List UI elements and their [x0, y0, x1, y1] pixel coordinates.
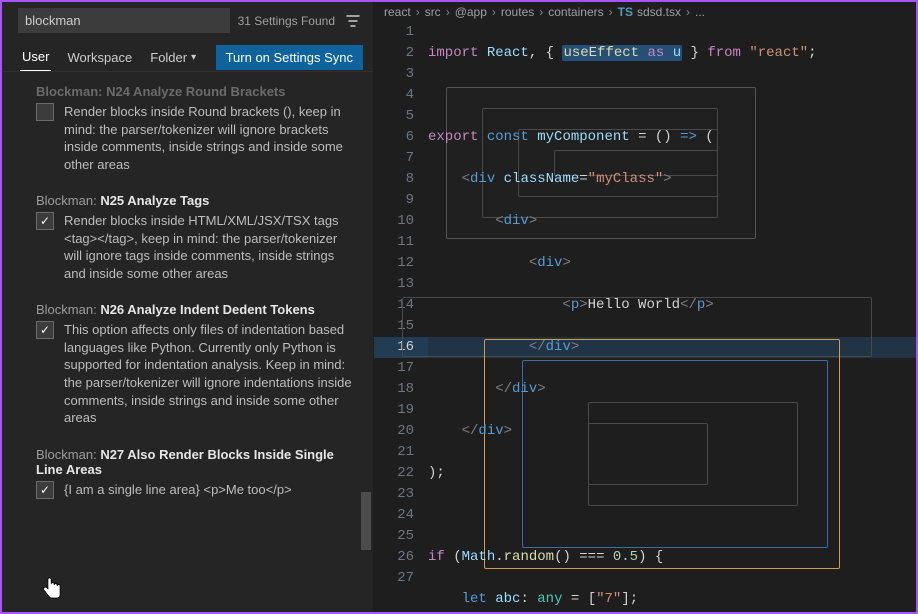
settings-search-input[interactable]: [18, 8, 230, 33]
setting-checkbox[interactable]: [36, 481, 54, 499]
setting-desc-text: {I am a single line area} <p>Me too</p>: [64, 482, 292, 497]
breadcrumb-item[interactable]: @app: [455, 5, 487, 19]
breadcrumb-item[interactable]: containers: [548, 5, 603, 19]
breadcrumb-item[interactable]: react: [384, 5, 411, 19]
settings-sync-button[interactable]: Turn on Settings Sync: [216, 45, 363, 70]
chevron-right-icon: ›: [492, 5, 496, 19]
editor-panel: react › src › @app › routes › containers › TS…: [374, 2, 916, 612]
setting-desc-text: Render blocks inside Round brackets (), …: [64, 104, 343, 172]
settings-scope-tabs: User Workspace Folder ▾ Turn on Settings…: [2, 39, 373, 72]
chevron-right-icon: ›: [609, 5, 613, 19]
breadcrumb-item[interactable]: routes: [501, 5, 534, 19]
setting-prefix: Blockman:: [36, 193, 100, 208]
settings-panel: 31 Settings Found User Workspace Folder …: [2, 2, 374, 612]
setting-checkbox[interactable]: [36, 212, 54, 230]
code-editor[interactable]: 1234567891011121314151617181920212223242…: [374, 22, 916, 612]
file-type-badge: TS: [618, 5, 633, 19]
setting-description: Render blocks inside Round brackets (), …: [36, 103, 355, 173]
setting-checkbox[interactable]: [36, 103, 54, 121]
setting-n24: Blockman: N24 Analyze Round Brackets Ren…: [2, 78, 373, 187]
setting-title: Blockman: N26 Analyze Indent Dedent Toke…: [36, 302, 355, 317]
setting-description: This option affects only files of indent…: [36, 321, 355, 426]
setting-desc-text: This option affects only files of indent…: [64, 322, 352, 425]
setting-description: Render blocks inside HTML/XML/JSX/TSX ta…: [36, 212, 355, 282]
chevron-down-icon: ▾: [191, 52, 196, 63]
setting-name: N26 Analyze Indent Dedent Tokens: [100, 302, 315, 317]
setting-n25: Blockman: N25 Analyze Tags Render blocks…: [2, 187, 373, 296]
setting-prefix: Blockman:: [36, 84, 106, 99]
breadcrumb-trail: ...: [695, 5, 705, 19]
setting-prefix: Blockman:: [36, 447, 100, 462]
filter-icon[interactable]: [343, 11, 363, 31]
setting-checkbox[interactable]: [36, 321, 54, 339]
breadcrumbs[interactable]: react › src › @app › routes › containers › TS…: [374, 2, 916, 22]
breadcrumb-item[interactable]: src: [425, 5, 441, 19]
chevron-right-icon: ›: [539, 5, 543, 19]
setting-desc-text: Render blocks inside HTML/XML/JSX/TSX ta…: [64, 213, 339, 281]
setting-name: N25 Analyze Tags: [100, 193, 209, 208]
tab-workspace[interactable]: Workspace: [65, 44, 134, 71]
settings-results-count: 31 Settings Found: [238, 14, 335, 28]
line-number-gutter: 1234567891011121314151617181920212223242…: [374, 22, 428, 612]
setting-title: Blockman: N24 Analyze Round Brackets: [36, 84, 355, 99]
setting-title: Blockman: N25 Analyze Tags: [36, 193, 355, 208]
settings-list: Blockman: N24 Analyze Round Brackets Ren…: [2, 72, 373, 612]
setting-name: N24 Analyze Round Brackets: [106, 84, 285, 99]
chevron-right-icon: ›: [416, 5, 420, 19]
setting-n27: Blockman: N27 Also Render Blocks Inside …: [2, 441, 373, 529]
setting-n26: Blockman: N26 Analyze Indent Dedent Toke…: [2, 296, 373, 440]
tab-folder-label: Folder: [150, 50, 187, 65]
tab-folder[interactable]: Folder ▾: [148, 44, 198, 71]
setting-title: Blockman: N27 Also Render Blocks Inside …: [36, 447, 355, 477]
settings-scrollbar[interactable]: [361, 492, 371, 550]
settings-search-row: 31 Settings Found: [2, 2, 373, 39]
breadcrumb-file[interactable]: sdsd.tsx: [637, 5, 681, 19]
code-content: import React, { useEffect as u } from "r…: [428, 22, 916, 612]
tab-user[interactable]: User: [20, 43, 51, 71]
setting-prefix: Blockman:: [36, 302, 100, 317]
cursor-hand-icon: [42, 576, 64, 602]
setting-description: {I am a single line area} <p>Me too</p>: [36, 481, 355, 499]
chevron-right-icon: ›: [446, 5, 450, 19]
chevron-right-icon: ›: [686, 5, 690, 19]
